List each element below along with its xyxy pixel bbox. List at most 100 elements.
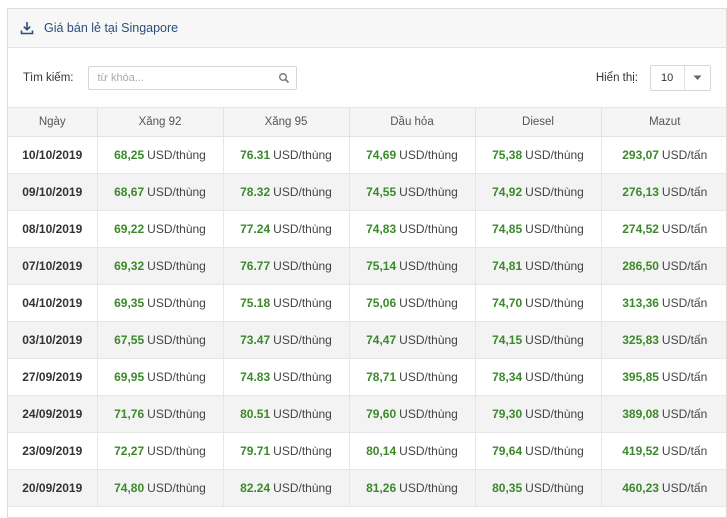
price-unit: USD/thùng [399,406,458,421]
date-cell: 24/09/2019 [8,395,98,433]
price-value: 68,67 [114,184,145,199]
price-value: 80,14 [366,443,397,458]
price-cell: 80,14 USD/thùng [349,432,476,470]
price-cell: 395,85 USD/tấn [601,358,726,396]
price-unit: USD/thùng [399,295,458,310]
price-unit: USD/thùng [147,480,206,495]
price-value: 78,71 [366,369,397,384]
search-icon[interactable] [278,72,290,84]
page-size-select[interactable]: 10 [650,64,711,91]
price-unit: USD/thùng [399,480,458,495]
price-value: 69,95 [114,369,145,384]
search-label: Tìm kiếm: [23,71,74,84]
price-cell: 74,81 USD/thùng [475,247,602,285]
price-cell: 74.83 USD/thùng [223,358,350,396]
price-cell: 80.51 USD/thùng [223,395,350,433]
price-unit: USD/thùng [399,184,458,199]
price-cell: 419,52 USD/tấn [601,432,726,470]
date-cell: 07/10/2019 [8,247,98,285]
dropdown-arrow-icon[interactable] [684,65,710,90]
price-unit: USD/thùng [147,184,206,199]
column-header[interactable]: Mazut [601,108,726,137]
price-cell: 79,30 USD/thùng [475,395,602,433]
price-value: 74,47 [366,332,397,347]
price-value: 74,55 [366,184,397,199]
price-cell: 76.77 USD/thùng [223,247,350,285]
column-header[interactable]: Xăng 95 [223,108,350,137]
table-row: 24/09/2019 71,76 USD/thùng 80.51 USD/thùng 79… [8,395,726,433]
price-value: 79,64 [492,443,523,458]
column-header[interactable]: Ngày [8,108,98,137]
price-value: 76.77 [240,258,271,273]
search-input[interactable] [89,66,297,89]
table-header-row: Ngày Xăng 92 Xăng 95 Dầu hỏa Diesel Mazut [8,108,726,137]
price-cell: 76.31 USD/thùng [223,136,350,174]
column-header[interactable]: Diesel [475,108,602,137]
date-cell: 10/10/2019 [8,136,98,174]
price-cell: 286,50 USD/tấn [601,247,726,285]
price-value: 82.24 [240,480,271,495]
price-unit: USD/thùng [273,443,332,458]
price-unit: USD/thùng [273,406,332,421]
price-unit: USD/thùng [147,332,206,347]
price-value: 69,32 [114,258,145,273]
price-cell: 68,25 USD/thùng [97,136,224,174]
price-unit: USD/tấn [661,406,708,421]
price-cell: 81,26 USD/thùng [349,469,476,507]
price-value: 274,52 [622,221,659,236]
column-header[interactable]: Xăng 92 [97,108,224,137]
price-unit: USD/thùng [399,369,458,384]
price-unit: USD/thùng [147,369,206,384]
download-icon[interactable] [20,21,34,35]
price-value: 74,69 [366,147,397,162]
price-unit: USD/thùng [399,221,458,236]
price-value: 78.32 [240,184,271,199]
price-cell: 71,76 USD/thùng [97,395,224,433]
price-unit: USD/tấn [661,480,708,495]
price-value: 293,07 [622,147,659,162]
price-unit: USD/thùng [525,443,584,458]
price-value: 79,30 [492,406,523,421]
date-cell: 04/10/2019 [8,284,98,322]
price-value: 80.51 [240,406,271,421]
price-cell: 69,95 USD/thùng [97,358,224,396]
price-cell: 68,67 USD/thùng [97,173,224,211]
price-cell: 69,32 USD/thùng [97,247,224,285]
price-value: 79.71 [240,443,271,458]
price-unit: USD/thùng [273,295,332,310]
price-cell: 75,14 USD/thùng [349,247,476,285]
price-unit: USD/thùng [273,369,332,384]
price-value: 74.83 [240,369,271,384]
date-cell: 03/10/2019 [8,321,98,359]
price-cell: 74,83 USD/thùng [349,210,476,248]
price-unit: USD/thùng [147,406,206,421]
price-cell: 75.18 USD/thùng [223,284,350,322]
price-cell: 78,34 USD/thùng [475,358,602,396]
price-value: 69,22 [114,221,145,236]
price-cell: 74,85 USD/thùng [475,210,602,248]
price-unit: USD/thùng [273,221,332,236]
price-value: 74,81 [492,258,523,273]
price-value: 74,15 [492,332,523,347]
price-value: 79,60 [366,406,397,421]
price-unit: USD/tấn [661,147,708,162]
price-unit: USD/tấn [661,443,708,458]
price-cell: 72,27 USD/thùng [97,432,224,470]
price-cell: 389,08 USD/tấn [601,395,726,433]
price-cell: 274,52 USD/tấn [601,210,726,248]
price-unit: USD/thùng [399,258,458,273]
price-cell: 75,38 USD/thùng [475,136,602,174]
price-value: 74,92 [492,184,523,199]
price-cell: 293,07 USD/tấn [601,136,726,174]
date-cell: 27/09/2019 [8,358,98,396]
table-row: 07/10/2019 69,32 USD/thùng 76.77 USD/thùng 75… [8,247,726,285]
table-row: 27/09/2019 69,95 USD/thùng 74.83 USD/thùng 78… [8,358,726,396]
price-cell: 79,60 USD/thùng [349,395,476,433]
price-unit: USD/thùng [273,332,332,347]
price-value: 81,26 [366,480,397,495]
price-cell: 82.24 USD/thùng [223,469,350,507]
price-unit: USD/thùng [273,480,332,495]
column-header[interactable]: Dầu hỏa [349,108,476,137]
price-unit: USD/thùng [147,147,206,162]
search-box[interactable] [88,65,298,90]
